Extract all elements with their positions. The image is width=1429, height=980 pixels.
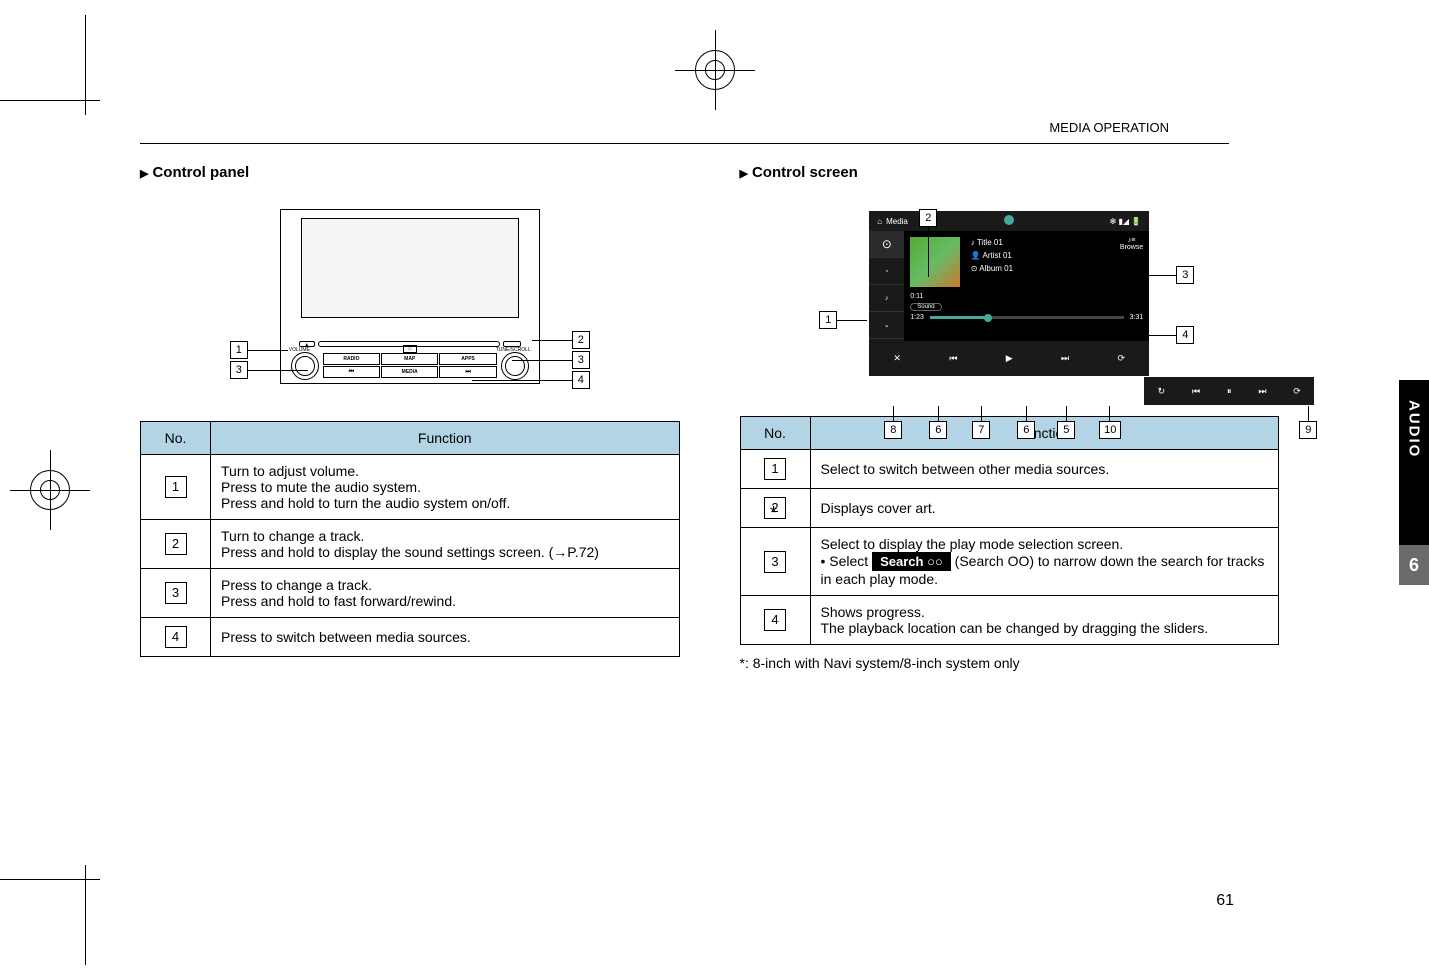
table-row: 3 Select to display the play mode select… (740, 528, 1279, 596)
chapter-label: AUDIO (1406, 400, 1423, 458)
prev-ext-icon: ⏮ (1192, 386, 1200, 397)
screen-callout-9: 9 (1299, 421, 1317, 439)
track-album: ⊙ Album 01 (971, 263, 1013, 276)
screen-callout-10: 10 (1099, 421, 1121, 439)
sidebar-more: ⌄ (869, 312, 904, 339)
shuffle-ext-icon: ↻ (1158, 386, 1166, 397)
sound-button: Sound (910, 303, 941, 311)
row-desc: Select to switch between other media sou… (810, 450, 1279, 489)
row-num: 2 (764, 497, 786, 519)
callout-4: 4 (572, 371, 590, 389)
screen-callout-6a: 6 (929, 421, 947, 439)
row-num: 1 (165, 476, 187, 498)
table-row: 2 Displays cover art. (740, 489, 1279, 528)
print-registration-mark-top (675, 30, 755, 110)
callout-3-right: 3 (572, 351, 590, 369)
control-panel-heading: Control panel (140, 164, 680, 181)
table-row: 1 Select to switch between other media s… (740, 450, 1279, 489)
row-num: 4 (165, 626, 187, 648)
chapter-tab: AUDIO (1399, 380, 1429, 545)
th-no: No. (740, 417, 810, 450)
search-button-label: Search ○○ (872, 552, 951, 571)
screen-callout-7: 7 (972, 421, 990, 439)
sidebar-ipod: ▫ (869, 258, 904, 285)
control-panel-table: No. Function 1 Turn to adjust volume. Pr… (140, 421, 680, 657)
control-screen-heading: Control screen (740, 164, 1280, 181)
sidebar-audio-cd: ⊙ (869, 231, 904, 258)
row-num: 3 (764, 551, 786, 573)
header-divider (140, 143, 1229, 144)
table-row: 3 Press to change a track. Press and hol… (141, 569, 680, 618)
screen-callout-1: 1 (819, 311, 837, 329)
chapter-number: 6 (1399, 545, 1429, 585)
track-artist: 👤 Artist 01 (971, 250, 1013, 263)
row-desc: Shows progress. The playback location ca… (810, 596, 1279, 645)
row-desc: Turn to adjust volume. Press to mute the… (211, 455, 680, 520)
elapsed-time: 0:11 (910, 293, 1143, 300)
screen-callout-8: 8 (884, 421, 902, 439)
th-function: Function (810, 417, 1279, 450)
repeat-icon: ⟳ (1117, 353, 1125, 364)
prev-track-icon: ⏮ (949, 353, 957, 364)
th-no: No. (141, 422, 211, 455)
pause-ext-icon: ⏸ (1227, 386, 1232, 397)
repeat-ext-icon: ⟳ (1293, 386, 1301, 397)
screen-callout-6b: 6 (1017, 421, 1035, 439)
row-num: 2 (165, 533, 187, 555)
row-num: 4 (764, 609, 786, 631)
row-desc: Displays cover art. (810, 489, 1279, 528)
th-function: Function (211, 422, 680, 455)
time-current: 1:23 (910, 314, 924, 321)
next-ext-icon: ⏭ (1258, 386, 1266, 397)
table-row: 1 Turn to adjust volume. Press to mute t… (141, 455, 680, 520)
track-title: ♪ Title 01 (971, 237, 1013, 250)
row-num: 3 (165, 582, 187, 604)
row-desc: Select to display the play mode selectio… (810, 528, 1279, 596)
screen-callout-3: 3 (1176, 266, 1194, 284)
screen-callout-2: 2 (919, 209, 937, 227)
sidebar-aux: ♪ (869, 285, 904, 312)
print-registration-mark-left (10, 450, 90, 530)
next-track-icon: ⏭ (1061, 353, 1069, 364)
row-desc: Press to switch between media sources. (211, 618, 680, 657)
page-header: MEDIA OPERATION (140, 120, 1369, 135)
control-panel-diagram: ▲ RADIO MAP (240, 196, 580, 396)
play-icon: ▶ (1006, 353, 1013, 364)
callout-2: 2 (572, 331, 590, 349)
callout-1: 1 (230, 341, 248, 359)
row-desc: Press to change a track. Press and hold … (211, 569, 680, 618)
shuffle-icon: ✕ (893, 353, 901, 364)
screen-extension-bar: ↻ ⏮ ⏸ ⏭ ⟳ (1144, 377, 1314, 405)
time-total: 3:31 (1130, 314, 1144, 321)
control-screen-diagram: ⌂ Media ✻ ▮◢ 🔋 ⊙ ▫ ♪ ⌄ (799, 211, 1219, 376)
table-row: 4 Shows progress. The playback location … (740, 596, 1279, 645)
browse-button: ♪≡ Browse (1120, 237, 1143, 251)
table-row: 2 Turn to change a track. Press and hold… (141, 520, 680, 569)
footnote: *: 8-inch with Navi system/8-inch system… (740, 655, 1280, 671)
control-screen-table: No. Function 1 Select to switch between … (740, 416, 1280, 645)
row-num: 1 (764, 458, 786, 480)
page-number: 61 (1216, 892, 1234, 910)
screen-callout-5: 5 (1057, 421, 1075, 439)
callout-3-left: 3 (230, 361, 248, 379)
screen-callout-4: 4 (1176, 326, 1194, 344)
table-row: 4 Press to switch between media sources. (141, 618, 680, 657)
album-art (910, 237, 960, 287)
row-desc: Turn to change a track. Press and hold t… (211, 520, 680, 569)
